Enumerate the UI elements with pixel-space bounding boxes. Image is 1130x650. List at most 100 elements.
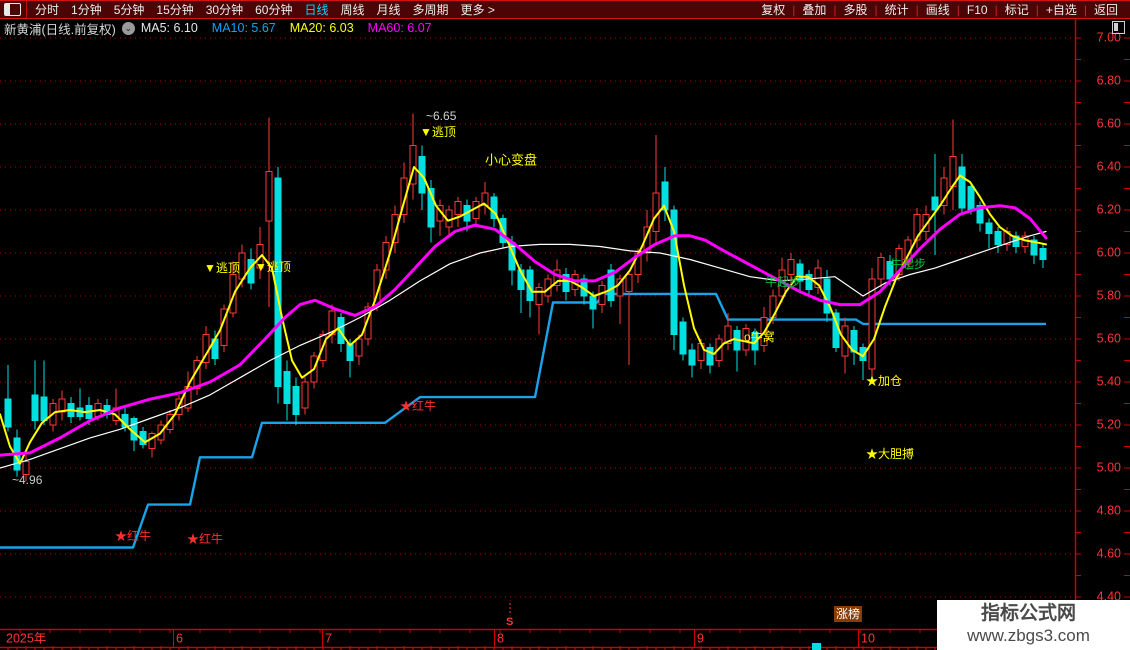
menu-item-period-9[interactable]: 多周期 (407, 3, 455, 17)
menu-divider: | (833, 2, 837, 17)
menu-item-period-10[interactable]: 更多 > (455, 3, 501, 17)
x-axis-month-label-2: 8 (497, 631, 504, 645)
price-axis-label: 5.40 (1097, 374, 1121, 388)
menu-item-tool-6[interactable]: 标记 (999, 1, 1035, 18)
menu-item-tool-2[interactable]: 多股 (837, 1, 873, 18)
step-line-blue (0, 292, 1046, 549)
price-axis-label: 5.00 (1097, 460, 1121, 474)
chart-titlebar: 新黄浦(日线.前复权) ⌄ MA5: 6.10 MA10: 5.67 MA20: 6… (0, 19, 1130, 37)
menu-item-period-4[interactable]: 30分钟 (200, 3, 249, 17)
menu-divider: | (792, 2, 796, 17)
next-pane-peek (812, 643, 821, 650)
candle-107 (967, 185, 975, 211)
candle-14 (130, 418, 138, 441)
period-menu: 分时 1分钟 5分钟 15分钟 30分钟 60分钟 日线 周线 月线 多周期 更多 > (29, 1, 501, 18)
price-axis-label: 5.20 (1097, 417, 1121, 431)
price-axis-label: 6.00 (1097, 245, 1121, 259)
candle-109 (985, 222, 993, 235)
x-axis-year-label: 2025年 (6, 631, 46, 645)
candle-76 (688, 349, 696, 366)
candle-3 (31, 394, 39, 422)
menu-item-tool-4[interactable]: 画线 (920, 1, 956, 18)
annotation-11: ★加仓 (866, 374, 902, 388)
annotation-5: ★红牛 (115, 528, 151, 543)
annotation-4: ▼逃顶 (255, 260, 291, 274)
candle-0 (4, 398, 12, 428)
menu-item-period-2[interactable]: 5分钟 (108, 3, 151, 17)
price-axis-label: 4.60 (1097, 546, 1121, 560)
price-axis[interactable]: 7.006.806.606.406.206.005.805.605.405.20… (1074, 19, 1130, 647)
annotation-12: ★大胆搏 (866, 447, 914, 461)
x-axis-month-label-4: 10 (861, 631, 875, 645)
candle-4 (40, 396, 48, 422)
annotation-2: 小心变盘 (485, 152, 537, 167)
menu-item-tool-8[interactable]: 返回 (1088, 1, 1124, 18)
annotation-10: 牛起步 (890, 256, 926, 271)
rise-rank-tag[interactable]: 涨榜 (834, 606, 863, 622)
menu-item-period-0[interactable]: 分时 (29, 3, 65, 17)
menu-item-tool-5[interactable]: F10 (961, 3, 994, 17)
candle-87 (787, 258, 795, 276)
x-axis-month-label-1: 7 (325, 631, 332, 645)
candle-97 (877, 256, 885, 280)
candle-26 (238, 252, 246, 280)
annotation-3: ▼逃顶 (204, 261, 240, 275)
annotation-6: ★红牛 (187, 531, 223, 546)
candle-32 (292, 385, 300, 415)
sell-signal-marker: S (506, 616, 513, 628)
watermark-site-url: www.zbgs3.com (967, 626, 1090, 645)
candle-115 (1039, 248, 1047, 260)
ma-value-2: MA20: 6.03 (289, 21, 354, 35)
grid-lines (0, 37, 1075, 598)
menu-item-period-8[interactable]: 月线 (371, 3, 407, 17)
annotation-8: o牛窝 (744, 329, 775, 344)
menu-item-period-5[interactable]: 60分钟 (249, 3, 298, 17)
candle-29 (265, 170, 273, 222)
menubar-divider (26, 1, 27, 18)
menu-item-period-3[interactable]: 15分钟 (150, 3, 199, 17)
ma-magenta (0, 204, 1048, 457)
price-axis-label: 6.40 (1097, 159, 1121, 173)
watermark-site-name: 指标公式网 (980, 603, 1076, 624)
kline-chart-canvas[interactable]: 7.006.806.606.406.206.005.805.605.405.20… (0, 0, 1130, 650)
menu-item-tool-3[interactable]: 统计 (879, 1, 915, 18)
x-axis-month-label-0: 6 (176, 631, 183, 645)
candle-78 (706, 347, 714, 366)
menu-item-period-1[interactable]: 1分钟 (65, 3, 108, 17)
ma-value-1: MA10: 5.67 (211, 21, 276, 35)
menu-item-period-7[interactable]: 周线 (334, 3, 370, 17)
candle-59 (535, 286, 543, 306)
candle-106 (958, 166, 966, 209)
x-axis-month-label-3: 9 (697, 631, 704, 645)
menu-divider: | (1035, 2, 1039, 17)
price-axis-label: 6.20 (1097, 202, 1121, 216)
chart-title: 新黄浦(日线.前复权) (4, 22, 116, 37)
menu-item-tool-1[interactable]: 叠加 (796, 1, 832, 18)
price-axis-label: 4.80 (1097, 503, 1121, 517)
menu-item-period-6[interactable]: 日线 (298, 3, 334, 17)
candle-65 (589, 295, 597, 310)
ma-value-0: MA5: 6.10 (140, 21, 198, 35)
ma-yellow (0, 166, 1047, 465)
window-layout-icon[interactable] (4, 3, 21, 16)
collapse-chevron-icon[interactable]: ⌄ (121, 21, 135, 35)
tools-menu: 复权 | 叠加 | 多股 | 统计 | 画线 | F10 | 标记 | +自选 | 返回 (755, 1, 1130, 18)
ma-values: MA5: 6.10 MA10: 5.67 MA20: 6.03 MA60: 6.07 (141, 21, 446, 35)
annotation-13: ~4.96 (12, 473, 43, 487)
menu-divider: | (994, 2, 998, 17)
menu-item-tool-7[interactable]: +自选 (1040, 1, 1083, 18)
menu-divider: | (874, 2, 878, 17)
stock-app-window: 7.00 6.80 6.60 6.40 6.20 6.00 5.80 5.60 5.40 5.20… (0, 0, 1130, 650)
ma-lines (0, 166, 1048, 469)
annotation-7: ★红牛 (400, 398, 436, 413)
menu-item-tool-0[interactable]: 复权 (755, 1, 791, 18)
annotation-9: 牛起步 (765, 274, 801, 289)
pane-layout-icon[interactable] (1112, 21, 1125, 34)
indicator-lines (0, 292, 1046, 549)
annotation-1: ▼逃顶 (420, 125, 456, 139)
annotations: ~6.65▼逃顶小心变盘▼逃顶 ▼逃顶★红牛 ★红牛★红牛o牛窝牛起步牛起步★加仓★… (12, 109, 926, 546)
top-menubar: 分时 1分钟 5分钟 15分钟 30分钟 60分钟 日线 周线 月线 多周期 更多 > 复权 | 叠加 |… (0, 0, 1130, 19)
price-axis-label: 5.60 (1097, 331, 1121, 345)
price-axis-label: 6.60 (1097, 116, 1121, 130)
candle-69 (625, 274, 633, 293)
